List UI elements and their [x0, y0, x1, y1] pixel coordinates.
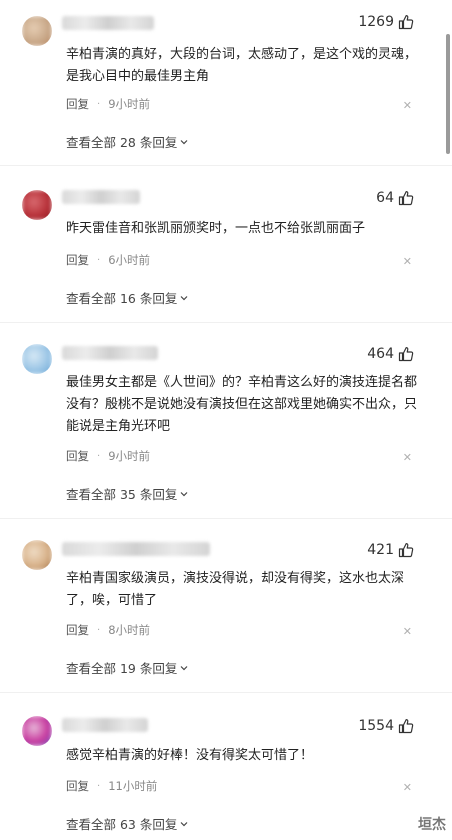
- thumb-up-icon: [398, 347, 414, 362]
- comment-text: 最佳男女主都是《人世间》的？辛柏青这么好的演技连提名都没有？殷桃不是说她没有演技…: [66, 375, 418, 434]
- avatar[interactable]: [22, 190, 52, 220]
- like-count: 1269: [358, 14, 394, 30]
- comment-time: 11小时前: [108, 779, 158, 793]
- username-blurred[interactable]: [62, 16, 154, 30]
- comment-meta: 回复 · 8小时前: [66, 622, 150, 638]
- username-blurred[interactable]: [62, 346, 158, 360]
- like-count: 1554: [358, 718, 394, 734]
- like-button[interactable]: 64: [376, 190, 414, 206]
- close-icon[interactable]: ✕: [403, 255, 412, 268]
- comment-time: 9小时前: [108, 97, 151, 111]
- divider: [0, 165, 452, 166]
- close-icon[interactable]: ✕: [403, 781, 412, 794]
- close-icon[interactable]: ✕: [403, 451, 412, 464]
- reply-button[interactable]: 回复: [66, 252, 89, 268]
- comment-meta: 回复 · 9小时前: [66, 96, 150, 112]
- view-all-replies-link[interactable]: 查看全部 28 条回复: [66, 132, 188, 151]
- chevron-down-icon: [180, 295, 188, 300]
- like-count: 421: [367, 542, 394, 558]
- avatar[interactable]: [22, 716, 52, 746]
- chevron-down-icon: [180, 139, 188, 144]
- comment-meta: 回复 · 6小时前: [66, 252, 150, 268]
- comment-time: 6小时前: [108, 253, 151, 267]
- comment-meta: 回复 · 11小时前: [66, 778, 157, 794]
- thumb-up-icon: [398, 719, 414, 734]
- avatar[interactable]: [22, 540, 52, 570]
- username-blurred[interactable]: [62, 190, 140, 204]
- username-blurred[interactable]: [62, 542, 210, 556]
- separator-dot: ·: [97, 624, 101, 636]
- reply-button[interactable]: 回复: [66, 96, 89, 112]
- close-icon[interactable]: ✕: [403, 625, 412, 638]
- close-icon[interactable]: ✕: [403, 99, 412, 112]
- chevron-down-icon: [180, 491, 188, 496]
- view-all-replies-link[interactable]: 查看全部 35 条回复: [66, 484, 188, 503]
- chevron-down-icon: [180, 665, 188, 670]
- like-count: 464: [367, 346, 394, 362]
- comment-text: 辛柏青国家级演员，演技没得说，却没有得奖，这水也太深了，唉，可惜了: [66, 571, 405, 608]
- reply-button[interactable]: 回复: [66, 622, 89, 638]
- comment-time: 8小时前: [108, 623, 151, 637]
- scrollbar-thumb[interactable]: [446, 34, 450, 154]
- thumb-up-icon: [398, 191, 414, 206]
- separator-dot: ·: [97, 450, 101, 462]
- view-all-replies-label: 查看全部 19 条回复: [66, 661, 178, 676]
- divider: [0, 692, 452, 693]
- comment-text: 昨天雷佳音和张凯丽颁奖时，一点也不给张凯丽面子: [66, 221, 366, 236]
- chevron-down-icon: [180, 821, 188, 826]
- reply-button[interactable]: 回复: [66, 448, 89, 464]
- thumb-up-icon: [398, 15, 414, 30]
- comment-text: 感觉辛柏青演的好棒！没有得奖太可惜了！: [66, 748, 314, 763]
- view-all-replies-link[interactable]: 查看全部 19 条回复: [66, 658, 188, 677]
- like-button[interactable]: 1269: [358, 14, 414, 30]
- comment-text: 辛柏青演的真好，大段的台词，太感动了，是这个戏的灵魂，是我心目中的最佳男主角: [66, 47, 418, 84]
- view-all-replies-link[interactable]: 查看全部 63 条回复: [66, 814, 188, 833]
- reply-button[interactable]: 回复: [66, 778, 89, 794]
- thumb-up-icon: [398, 543, 414, 558]
- like-button[interactable]: 421: [367, 542, 414, 558]
- like-button[interactable]: 464: [367, 346, 414, 362]
- view-all-replies-label: 查看全部 28 条回复: [66, 135, 178, 150]
- avatar[interactable]: [22, 344, 52, 374]
- username-blurred[interactable]: [62, 718, 148, 732]
- comment-meta: 回复 · 9小时前: [66, 448, 150, 464]
- separator-dot: ·: [97, 254, 101, 266]
- divider: [0, 322, 452, 323]
- avatar[interactable]: [22, 16, 52, 46]
- view-all-replies-label: 查看全部 16 条回复: [66, 291, 178, 306]
- separator-dot: ·: [97, 98, 101, 110]
- comment-time: 9小时前: [108, 449, 151, 463]
- view-all-replies-label: 查看全部 63 条回复: [66, 817, 178, 832]
- separator-dot: ·: [97, 780, 101, 792]
- view-all-replies-label: 查看全部 35 条回复: [66, 487, 178, 502]
- like-button[interactable]: 1554: [358, 718, 414, 734]
- view-all-replies-link[interactable]: 查看全部 16 条回复: [66, 288, 188, 307]
- watermark: 垣杰: [418, 817, 446, 833]
- divider: [0, 518, 452, 519]
- like-count: 64: [376, 190, 394, 206]
